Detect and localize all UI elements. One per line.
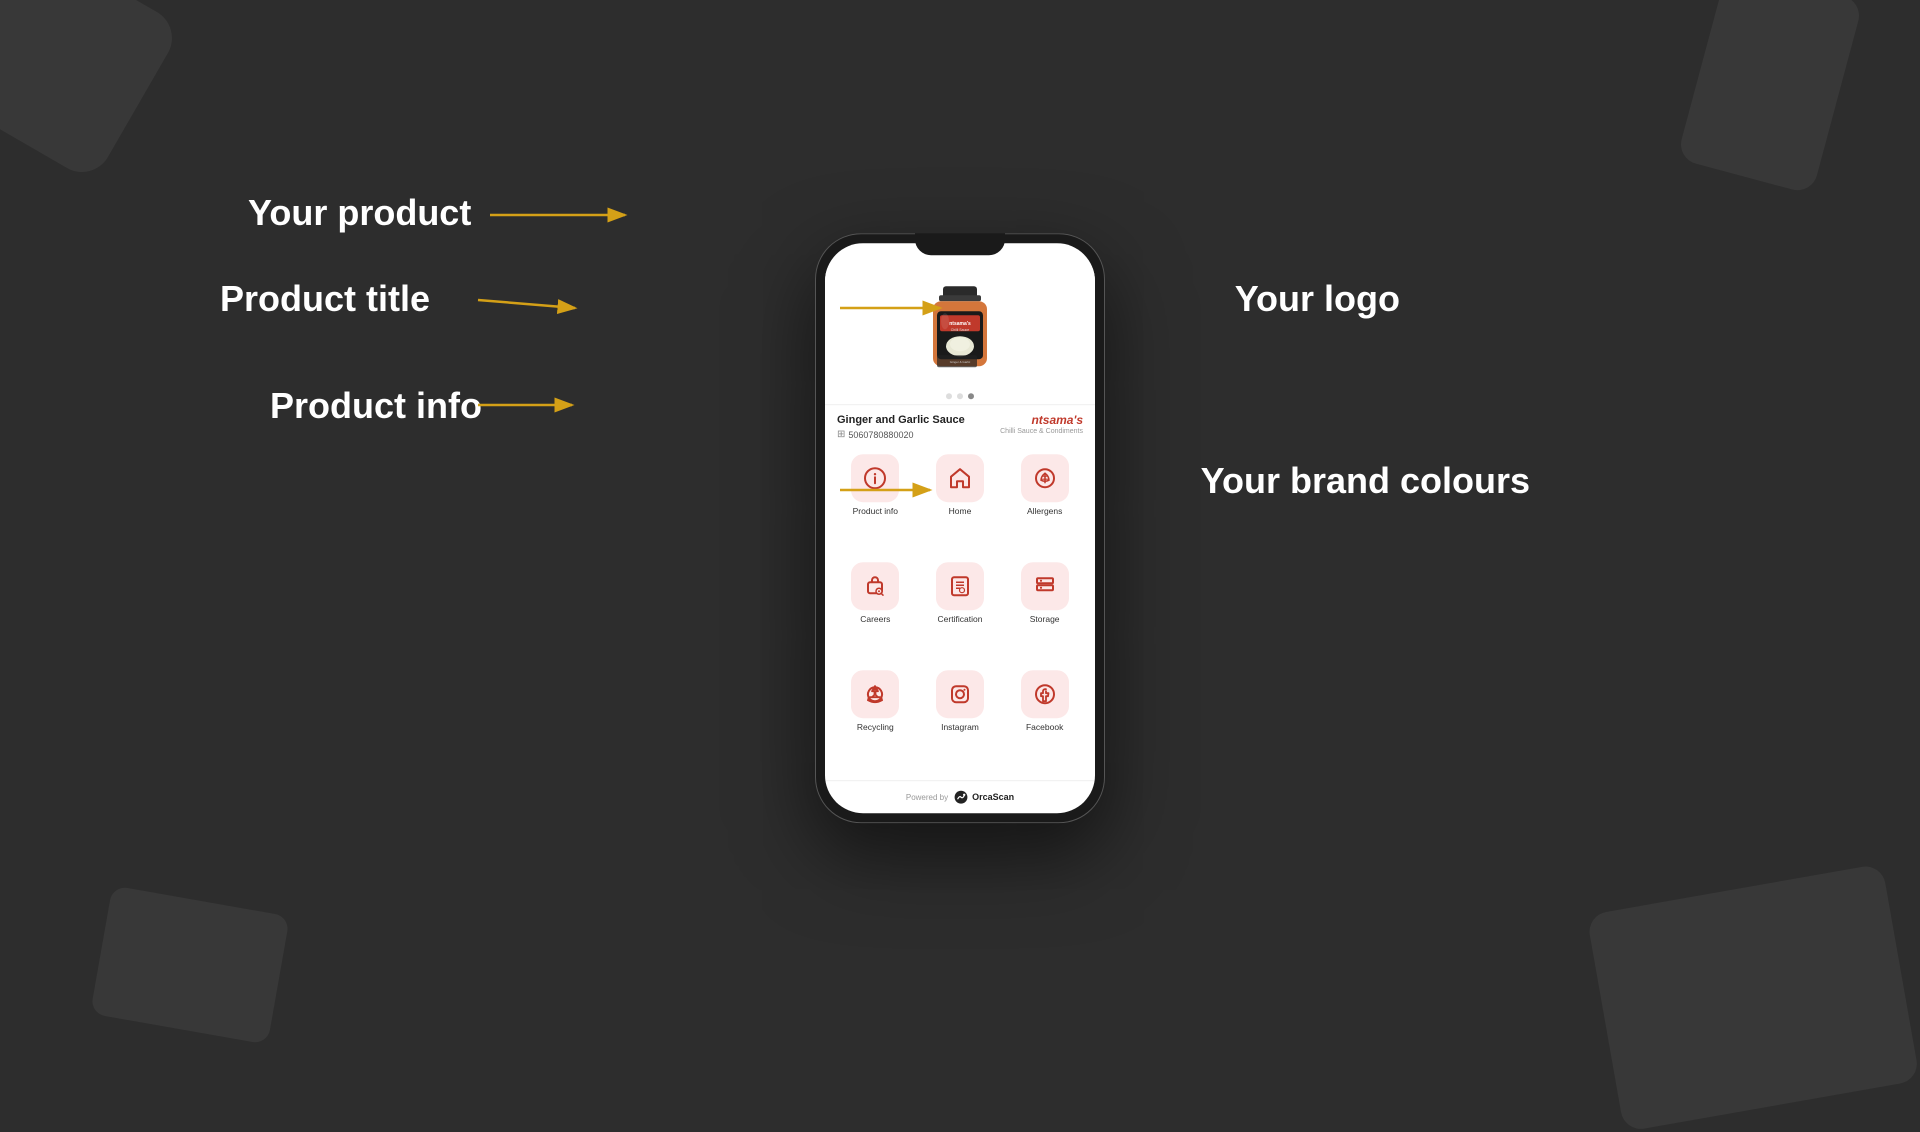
- bg-decoration-tl: [0, 0, 183, 183]
- home-label-icon: Home: [949, 506, 972, 516]
- allergens-icon-circle: [1021, 454, 1069, 502]
- icon-item-home[interactable]: Home: [922, 454, 999, 554]
- facebook-label-icon: Facebook: [1026, 722, 1063, 732]
- phone-mockup: ntsama's Chilli Sauce Ginger & Garlic: [815, 233, 1105, 823]
- svg-text:Chilli Sauce: Chilli Sauce: [951, 328, 970, 332]
- phone-notch: [915, 233, 1005, 255]
- recycling-label-icon: Recycling: [857, 722, 894, 732]
- instagram-icon: [948, 682, 972, 706]
- home-icon-circle: [936, 454, 984, 502]
- product-image-area: ntsama's Chilli Sauce Ginger & Garlic: [825, 268, 1095, 404]
- icon-item-facebook[interactable]: Facebook: [1006, 670, 1083, 770]
- powered-by-text: Powered by: [906, 793, 948, 802]
- instagram-icon-circle: [936, 670, 984, 718]
- info-icon: [863, 466, 887, 490]
- icon-item-certification[interactable]: Certification: [922, 562, 999, 662]
- icon-item-product-info[interactable]: Product info: [837, 454, 914, 554]
- allergens-label-icon: Allergens: [1027, 506, 1062, 516]
- product-info-icon-circle: [851, 454, 899, 502]
- svg-text:Ginger & Garlic: Ginger & Garlic: [950, 360, 971, 364]
- storage-icon: [1033, 574, 1057, 598]
- dot-2: [957, 393, 963, 399]
- icon-item-careers[interactable]: Careers: [837, 562, 914, 662]
- recycling-icon-circle: [851, 670, 899, 718]
- svg-text:ntsama's: ntsama's: [949, 321, 971, 327]
- careers-icon-circle: [851, 562, 899, 610]
- product-image: ntsama's Chilli Sauce Ginger & Garlic: [910, 278, 1010, 388]
- certification-icon-circle: [936, 562, 984, 610]
- product-jar-svg: ntsama's Chilli Sauce Ginger & Garlic: [915, 281, 1005, 386]
- phone-footer: Powered by OrcaScan: [825, 780, 1095, 813]
- dot-3: [968, 393, 974, 399]
- product-barcode: ⊞ 5060780880020: [837, 429, 1000, 440]
- product-name-section: Ginger and Garlic Sauce ⊞ 5060780880020: [837, 413, 1000, 440]
- home-icon: [948, 466, 972, 490]
- product-info-label-icon: Product info: [853, 506, 898, 516]
- your-product-label: Your product: [248, 192, 471, 234]
- phone-frame: ntsama's Chilli Sauce Ginger & Garlic: [815, 233, 1105, 823]
- facebook-icon: [1033, 682, 1057, 706]
- recycling-icon: [863, 682, 887, 706]
- phone-screen: ntsama's Chilli Sauce Ginger & Garlic: [825, 243, 1095, 813]
- careers-icon: [863, 574, 887, 598]
- image-carousel-dots: [946, 393, 974, 399]
- product-info-label: Product info: [270, 385, 482, 427]
- certification-icon: [948, 574, 972, 598]
- your-logo-label: Your logo: [1235, 278, 1400, 320]
- product-title-arrow: [478, 300, 575, 308]
- icon-item-allergens[interactable]: Allergens: [1006, 454, 1083, 554]
- orca-icon: [953, 789, 969, 805]
- bg-decoration-br: [1586, 863, 1920, 1132]
- certification-label-icon: Certification: [938, 614, 983, 624]
- bg-decoration-tr: [1677, 0, 1864, 195]
- instagram-label-icon: Instagram: [941, 722, 979, 732]
- brand-colours-label: Your brand colours: [1201, 460, 1530, 502]
- dot-1: [946, 393, 952, 399]
- barcode-icon: ⊞: [837, 429, 845, 440]
- product-title-label: Product title: [220, 278, 430, 320]
- allergens-icon: [1033, 466, 1057, 490]
- screen-content: ntsama's Chilli Sauce Ginger & Garlic: [825, 243, 1095, 813]
- icons-grid: Product info Home: [825, 444, 1095, 780]
- bg-decoration-bl: [90, 885, 290, 1044]
- product-name: Ginger and Garlic Sauce: [837, 413, 1000, 427]
- storage-label-icon: Storage: [1030, 614, 1060, 624]
- orcascan-logo: OrcaScan: [953, 789, 1014, 805]
- icon-item-storage[interactable]: Storage: [1006, 562, 1083, 662]
- product-info-bar: Ginger and Garlic Sauce ⊞ 5060780880020 …: [825, 404, 1095, 444]
- icon-item-instagram[interactable]: Instagram: [922, 670, 999, 770]
- careers-label-icon: Careers: [860, 614, 890, 624]
- brand-logo: ntsama's Chilli Sauce & Condiments: [1000, 413, 1083, 437]
- facebook-icon-circle: [1021, 670, 1069, 718]
- storage-icon-circle: [1021, 562, 1069, 610]
- icon-item-recycling[interactable]: Recycling: [837, 670, 914, 770]
